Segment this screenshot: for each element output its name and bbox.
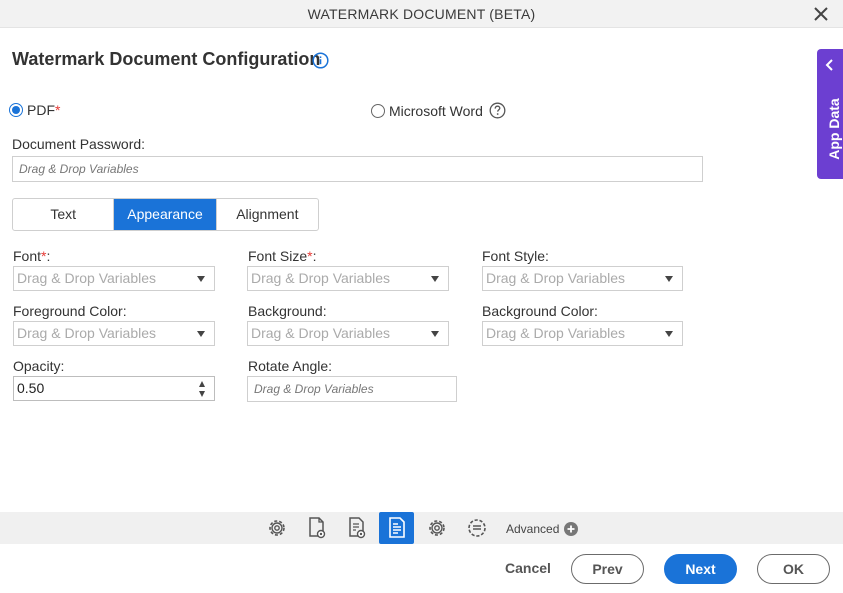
background-color-select[interactable]: Drag & Drop Variables <box>482 321 683 346</box>
toolbar-active-tab[interactable] <box>379 512 414 544</box>
document-settings-icon[interactable] <box>305 516 329 540</box>
opacity-label: Opacity: <box>13 358 65 374</box>
ok-button[interactable]: OK <box>757 554 830 584</box>
app-data-panel-tab[interactable]: App Data <box>817 49 843 179</box>
stepper-up-icon[interactable] <box>199 381 205 387</box>
next-button[interactable]: Next <box>664 554 737 584</box>
chevron-down-icon <box>431 331 439 337</box>
document-password-input[interactable]: Drag & Drop Variables <box>12 156 703 182</box>
chevron-down-icon <box>197 276 205 282</box>
background-label: Background: <box>248 303 327 319</box>
prev-button[interactable]: Prev <box>571 554 644 584</box>
window-title: WATERMARK DOCUMENT (BETA) <box>307 6 536 22</box>
bottom-toolbar: Advanced <box>0 512 843 544</box>
chevron-down-icon <box>197 331 205 337</box>
app-data-label: App Data <box>826 98 842 160</box>
tab-text[interactable]: Text <box>13 199 115 230</box>
list-settings-icon[interactable] <box>465 516 489 540</box>
foreground-color-select[interactable]: Drag & Drop Variables <box>13 321 215 346</box>
stepper-down-icon[interactable] <box>199 391 205 397</box>
document-password-label: Document Password: <box>12 136 146 152</box>
background-select[interactable]: Drag & Drop Variables <box>247 321 449 346</box>
cancel-button[interactable]: Cancel <box>496 554 560 584</box>
rotate-angle-input[interactable]: Drag & Drop Variables <box>247 376 457 402</box>
document-list-settings-icon[interactable] <box>345 516 369 540</box>
font-style-label: Font Style: <box>482 248 549 264</box>
info-icon[interactable] <box>312 52 329 69</box>
font-size-label: Font Size*: <box>248 248 317 264</box>
plus-circle-icon[interactable] <box>564 522 578 536</box>
font-style-select[interactable]: Drag & Drop Variables <box>482 266 683 291</box>
gear-icon[interactable] <box>265 516 289 540</box>
pdf-label: PDF* <box>27 102 61 118</box>
chevron-down-icon <box>665 276 673 282</box>
microsoft-word-radio[interactable] <box>371 104 385 118</box>
rotate-angle-label: Rotate Angle: <box>248 358 333 374</box>
gear-icon[interactable] <box>425 516 449 540</box>
background-color-label: Background Color: <box>482 303 598 319</box>
font-size-select[interactable]: Drag & Drop Variables <box>247 266 449 291</box>
font-select[interactable]: Drag & Drop Variables <box>13 266 215 291</box>
microsoft-word-label: Microsoft Word <box>389 103 483 119</box>
close-icon[interactable] <box>811 4 831 24</box>
pdf-radio[interactable] <box>9 103 23 117</box>
chevron-down-icon <box>431 276 439 282</box>
advanced-label[interactable]: Advanced <box>506 522 559 536</box>
title-bar: WATERMARK DOCUMENT (BETA) <box>0 0 843 28</box>
document-active-icon <box>389 517 405 538</box>
tab-appearance[interactable]: Appearance <box>114 199 217 230</box>
chevron-down-icon <box>665 331 673 337</box>
foreground-color-label: Foreground Color: <box>13 303 127 319</box>
tab-alignment[interactable]: Alignment <box>217 199 318 230</box>
help-icon[interactable] <box>489 102 506 119</box>
page-title: Watermark Document Configuration <box>12 49 321 69</box>
config-tabs: Text Appearance Alignment <box>12 198 319 231</box>
font-label: Font*: <box>13 248 51 264</box>
opacity-stepper[interactable]: 0.50 <box>13 376 215 401</box>
